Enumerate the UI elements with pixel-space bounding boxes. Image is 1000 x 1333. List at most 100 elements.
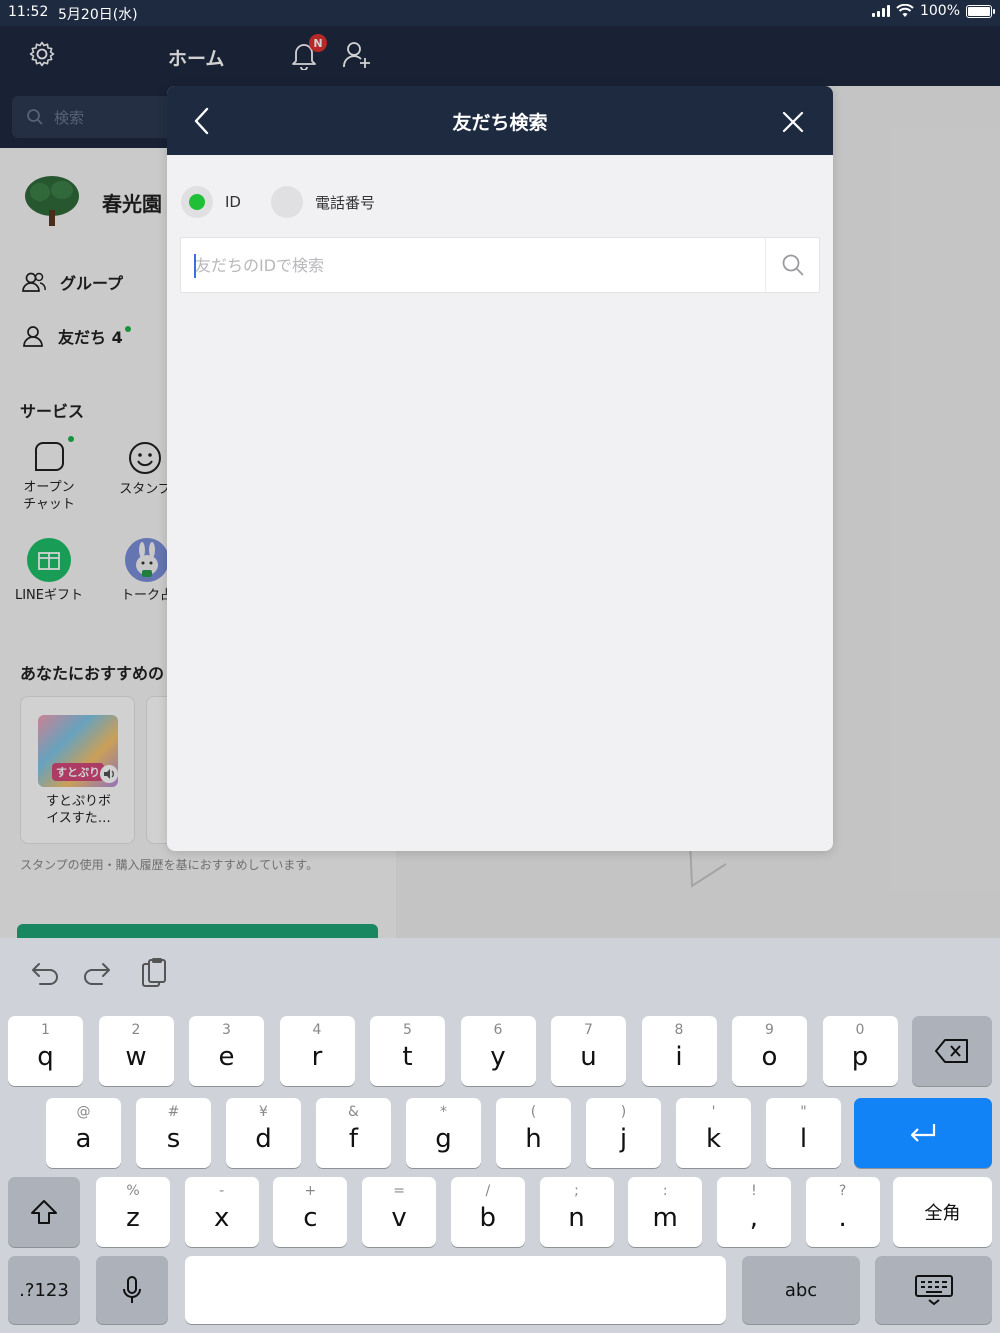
key-j[interactable]: ) j: [586, 1098, 661, 1168]
key-x[interactable]: -x: [184, 1177, 259, 1247]
key-e[interactable]: 3e: [189, 1016, 264, 1086]
search-icon: [782, 254, 803, 276]
status-right: 100%: [871, 3, 995, 19]
key-primary-char: l: [799, 1124, 808, 1154]
key-primary-char: m: [652, 1203, 678, 1233]
status-time: 11:52: [8, 4, 49, 20]
radio-id[interactable]: [181, 186, 213, 218]
key-m[interactable]: :m: [628, 1177, 703, 1247]
key-g[interactable]: * g: [406, 1098, 481, 1168]
key-b[interactable]: / b: [450, 1177, 525, 1247]
key-r[interactable]: 4r: [279, 1016, 355, 1086]
key-primary-char: x: [213, 1203, 230, 1233]
zenkaku-label: 全角: [924, 1203, 961, 1224]
key-secondary-char: @: [76, 1104, 91, 1120]
key-d[interactable]: ¥ d: [226, 1098, 301, 1168]
paste-icon[interactable]: [137, 956, 171, 990]
dictation-key[interactable]: [96, 1256, 168, 1324]
key-f[interactable]: & f: [316, 1098, 391, 1168]
key-h[interactable]: (h: [496, 1098, 571, 1168]
key-primary-char: u: [580, 1042, 597, 1072]
redo-icon[interactable]: [82, 956, 116, 990]
key-secondary-char: ": [800, 1104, 807, 1120]
key-l[interactable]: " l: [766, 1098, 841, 1168]
key-primary-char: o: [761, 1042, 778, 1072]
key-primary-char: q: [37, 1042, 54, 1072]
key-primary-char: t: [402, 1042, 413, 1072]
keyboard-toolbar: [0, 938, 1000, 1008]
key-secondary-char: 4: [312, 1022, 322, 1038]
key-primary-char: n: [568, 1203, 585, 1233]
battery-percent: 100%: [919, 3, 960, 19]
key-secondary-char: 9: [765, 1022, 774, 1038]
key-s[interactable]: # s: [136, 1098, 211, 1168]
key-primary-char: i: [675, 1042, 683, 1072]
space-key[interactable]: [185, 1256, 726, 1324]
key-q[interactable]: 1q: [8, 1016, 83, 1086]
numbers-label: .?123: [19, 1279, 69, 1301]
key-secondary-char: %: [126, 1183, 140, 1199]
on-screen-keyboard: 1 q 2 w 3 e 4 r 5 t 6 y 7 u 8 i 9 o 0 p @ a # s ¥ d & f * g(h) j ' k " l% z…: [0, 938, 1000, 1333]
text-caret: [194, 254, 196, 278]
key-secondary-char: +: [304, 1183, 317, 1199]
key-primary-char: s: [166, 1124, 181, 1154]
key-secondary-char: 6: [493, 1022, 503, 1038]
key-z[interactable]: % z: [96, 1177, 170, 1247]
key-primary-char: y: [490, 1042, 506, 1072]
close-icon[interactable]: [777, 106, 809, 138]
key-secondary-char: 0: [855, 1022, 865, 1038]
key-secondary-char: 2: [131, 1022, 141, 1038]
key-secondary-char: 7: [584, 1022, 593, 1038]
key-t[interactable]: 5t: [370, 1016, 445, 1086]
radio-phone[interactable]: [270, 186, 303, 218]
hide-keyboard-key[interactable]: [875, 1256, 992, 1324]
status-bar: 11:52 5月20日(水) 100%: [0, 0, 1000, 26]
friend-id-search-input[interactable]: [181, 238, 765, 292]
return-icon: [854, 1098, 992, 1168]
signal-icon: [871, 5, 890, 17]
key-primary-char: .: [838, 1203, 847, 1233]
key-secondary-char: ;: [574, 1183, 579, 1199]
key-n[interactable]: ; n: [539, 1177, 614, 1247]
abc-label: abc: [784, 1279, 818, 1301]
key-secondary-char: ): [620, 1104, 627, 1120]
key-primary-char: k: [705, 1124, 722, 1154]
return-key[interactable]: [854, 1098, 992, 1168]
key-w[interactable]: 2w: [98, 1016, 174, 1086]
key-v[interactable]: = v: [362, 1177, 437, 1247]
key-secondary-char: 3: [222, 1022, 231, 1038]
key-secondary-char: =: [393, 1183, 405, 1199]
key-.[interactable]: ?.: [805, 1177, 880, 1247]
undo-icon[interactable]: [26, 956, 60, 990]
search-button[interactable]: [765, 238, 819, 292]
abc-key[interactable]: abc: [742, 1256, 860, 1324]
key-secondary-char: #: [167, 1104, 180, 1120]
key-primary-char: r: [311, 1042, 323, 1072]
key-k[interactable]: ' k: [676, 1098, 751, 1168]
numbers-key[interactable]: .?123: [8, 1256, 80, 1324]
key-i[interactable]: 8i: [641, 1016, 717, 1086]
status-date: 5月20日(水): [58, 7, 138, 23]
key-o[interactable]: 9o: [732, 1016, 807, 1086]
key-primary-char: w: [125, 1042, 147, 1072]
key-primary-char: j: [619, 1124, 628, 1154]
key-c[interactable]: + c: [273, 1177, 348, 1247]
key-primary-char: ,: [749, 1203, 759, 1233]
key-u[interactable]: 7u: [551, 1016, 626, 1086]
key-primary-char: h: [525, 1124, 542, 1154]
key-primary-char: p: [851, 1042, 869, 1072]
modal-header: 友だち検索: [167, 86, 833, 155]
key-secondary-char: /: [485, 1183, 491, 1199]
key-primary-char: e: [218, 1042, 235, 1072]
key-,[interactable]: !,: [716, 1177, 791, 1247]
battery-icon: [966, 4, 995, 18]
shift-key[interactable]: [8, 1177, 80, 1247]
key-primary-char: v: [391, 1203, 407, 1233]
key-p[interactable]: 0p: [822, 1016, 898, 1086]
key-a[interactable]: @ a: [46, 1098, 121, 1168]
zenkaku-key[interactable]: 全角: [893, 1177, 992, 1247]
key-y[interactable]: 6y: [460, 1016, 536, 1086]
shift-icon: [8, 1177, 80, 1247]
friend-search-box: [180, 237, 820, 293]
backspace-key[interactable]: [912, 1016, 992, 1086]
